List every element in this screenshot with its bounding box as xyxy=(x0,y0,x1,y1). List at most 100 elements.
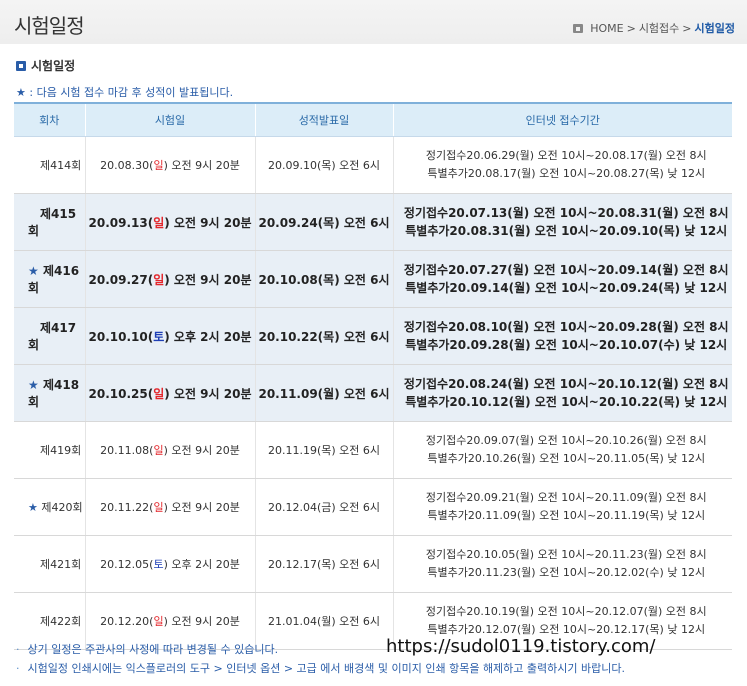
exam-weekday: 일 xyxy=(153,444,164,457)
regular-period: 정기접수20.08.10(월) 오전 10시~20.09.28(월) 오전 8시 xyxy=(403,320,729,334)
exam-weekday: 토 xyxy=(153,558,164,571)
footer-note: · 상기 일정은 주관사의 사정에 따라 변경될 수 있습니다. xyxy=(16,641,278,657)
star-icon: ★ xyxy=(28,378,39,392)
extra-period: 특별추가20.08.17(월) 오전 10시~20.08.27(목) 낮 12시 xyxy=(427,167,706,180)
square-bullet-icon xyxy=(16,60,26,71)
result-date-cell: 20.12.17(목) 오전 6시 xyxy=(254,535,393,593)
result-date-cell: 20.10.22(목) 오전 6시 xyxy=(254,307,393,365)
note-bullet: · xyxy=(16,662,20,675)
period-cell: 정기접수20.09.07(월) 오전 10시~20.10.26(월) 오전 8시… xyxy=(392,421,732,479)
exam-weekday: 일 xyxy=(153,386,165,401)
round-cell: ★ 제418회 xyxy=(14,364,85,422)
extra-period: 특별추가20.08.31(월) 오전 10시~20.09.10(목) 낮 12시 xyxy=(405,224,728,238)
regular-period: 정기접수20.10.05(월) 오전 10시~20.11.23(월) 오전 8시 xyxy=(425,548,707,561)
schedule-table: 회차 시험일 성적발표일 인터넷 접수기간 제414회 20.08.30(일) 오… xyxy=(14,102,732,650)
exam-date: 20.11.08 xyxy=(100,444,150,457)
round-label: 제414회 xyxy=(40,159,82,172)
period-cell: 정기접수20.07.27(월) 오전 10시~20.09.14(월) 오전 8시… xyxy=(392,250,732,308)
exam-weekday: 토 xyxy=(153,329,165,344)
section-title: 시험일정 xyxy=(16,57,75,74)
exam-date: 20.08.30 xyxy=(100,159,150,172)
page-header: 시험일정 HOME > 시험접수 > 시험일정 xyxy=(0,0,747,44)
header-result-date: 성적발표일 xyxy=(254,102,393,137)
period-cell: 정기접수20.08.10(월) 오전 10시~20.09.28(월) 오전 8시… xyxy=(392,307,732,365)
round-cell: 제421회 xyxy=(14,535,85,593)
table-row: 제421회 20.12.05(토) 오후 2시 20분 20.12.17(목) 오전… xyxy=(14,535,732,593)
home-icon[interactable] xyxy=(573,23,584,33)
header-application-period: 인터넷 접수기간 xyxy=(392,102,732,137)
round-cell: 제415회 xyxy=(14,193,85,251)
breadcrumb: HOME > 시험접수 > 시험일정 xyxy=(573,20,735,36)
table-row: 제414회 20.08.30(일) 오전 9시 20분 20.09.10(목) 오전… xyxy=(14,136,732,194)
extra-period: 특별추가20.11.23(월) 오전 10시~20.12.02(수) 낮 12시 xyxy=(427,566,706,579)
result-date-cell: 20.09.10(목) 오전 6시 xyxy=(254,136,393,194)
period-cell: 정기접수20.10.05(월) 오전 10시~20.11.23(월) 오전 8시… xyxy=(392,535,732,593)
exam-time: 오후 2시 20분 xyxy=(173,329,252,344)
round-label: 제417회 xyxy=(28,321,77,352)
round-cell: 제417회 xyxy=(14,307,85,365)
round-cell: ★ 제420회 xyxy=(14,478,85,536)
breadcrumb-current: 시험일정 xyxy=(694,22,735,35)
notice: ★ : 다음 시험 접수 마감 후 성적이 발표됩니다. xyxy=(16,84,233,100)
exam-weekday: 일 xyxy=(153,615,164,628)
round-cell: 제419회 xyxy=(14,421,85,479)
table-row: 제417회 20.10.10(토) 오후 2시 20분 20.10.22(목) 오전… xyxy=(14,307,732,365)
regular-period: 정기접수20.06.29(월) 오전 10시~20.08.17(월) 오전 8시 xyxy=(425,149,707,162)
star-icon: ★ xyxy=(28,501,38,514)
note-bullet: · xyxy=(16,643,20,656)
result-date-cell: 20.11.09(월) 오전 6시 xyxy=(254,364,393,422)
footer-note: · 시험일정 인쇄시에는 익스플로러의 도구 > 인터넷 옵션 > 고급 에서 배… xyxy=(16,660,625,676)
exam-date-cell: 20.10.10(토) 오후 2시 20분 xyxy=(84,307,255,365)
table-row: 제419회 20.11.08(일) 오전 9시 20분 20.11.19(목) 오전… xyxy=(14,421,732,479)
table-row: 제415회 20.09.13(일) 오전 9시 20분 20.09.24(목) 오전… xyxy=(14,193,732,251)
header-round: 회차 xyxy=(14,102,85,137)
breadcrumb-home[interactable]: HOME xyxy=(590,22,623,35)
exam-date-cell: 20.09.27(일) 오전 9시 20분 xyxy=(84,250,255,308)
header-exam-date: 시험일 xyxy=(84,102,255,137)
note-text: 상기 일정은 주관사의 사정에 따라 변경될 수 있습니다. xyxy=(27,643,279,656)
watermark-url: https://sudol0119.tistory.com/ xyxy=(386,636,656,657)
table-row: ★ 제418회 20.10.25(일) 오전 9시 20분 20.11.09(월) … xyxy=(14,364,732,422)
breadcrumb-separator: > xyxy=(682,21,692,35)
breadcrumb-exam-apply[interactable]: 시험접수 xyxy=(639,20,679,36)
extra-period: 특별추가20.09.14(월) 오전 10시~20.09.24(목) 낮 12시 xyxy=(405,281,728,295)
exam-date-cell: 20.08.30(일) 오전 9시 20분 xyxy=(84,136,255,194)
exam-date: 20.11.22 xyxy=(100,501,150,514)
table-row: ★ 제416회 20.09.27(일) 오전 9시 20분 20.10.08(목) … xyxy=(14,250,732,308)
table-header-row: 회차 시험일 성적발표일 인터넷 접수기간 xyxy=(14,102,732,137)
exam-weekday: 일 xyxy=(153,272,165,287)
exam-date-cell: 20.11.08(일) 오전 9시 20분 xyxy=(84,421,255,479)
regular-period: 정기접수20.10.19(월) 오전 10시~20.12.07(월) 오전 8시 xyxy=(425,605,707,618)
round-cell: 제414회 xyxy=(14,136,85,194)
result-date-cell: 20.09.24(목) 오전 6시 xyxy=(254,193,393,251)
period-cell: 정기접수20.09.21(월) 오전 10시~20.11.09(월) 오전 8시… xyxy=(392,478,732,536)
round-label: 제421회 xyxy=(40,558,82,571)
regular-period: 정기접수20.09.07(월) 오전 10시~20.10.26(월) 오전 8시 xyxy=(425,434,707,447)
period-cell: 정기접수20.07.13(월) 오전 10시~20.08.31(월) 오전 8시… xyxy=(392,193,732,251)
round-label: 제415회 xyxy=(28,207,77,238)
exam-date: 20.12.20 xyxy=(100,615,150,628)
exam-time: 오전 9시 20분 xyxy=(171,501,240,514)
exam-time: 오후 2시 20분 xyxy=(171,558,240,571)
page-title: 시험일정 xyxy=(14,14,85,38)
regular-period: 정기접수20.07.13(월) 오전 10시~20.08.31(월) 오전 8시 xyxy=(403,206,729,220)
breadcrumb-separator: > xyxy=(626,21,636,35)
result-date-cell: 20.10.08(목) 오전 6시 xyxy=(254,250,393,308)
star-icon: ★ xyxy=(16,86,26,99)
period-cell: 정기접수20.08.24(월) 오전 10시~20.10.12(월) 오전 8시… xyxy=(392,364,732,422)
star-icon: ★ xyxy=(28,264,39,278)
round-cell: ★ 제416회 xyxy=(14,250,85,308)
exam-time: 오전 9시 20분 xyxy=(171,159,240,172)
table-row: ★ 제420회 20.11.22(일) 오전 9시 20분 20.12.04(금) … xyxy=(14,478,732,536)
period-cell: 정기접수20.06.29(월) 오전 10시~20.08.17(월) 오전 8시… xyxy=(392,136,732,194)
exam-date-cell: 20.12.05(토) 오후 2시 20분 xyxy=(84,535,255,593)
round-label: 제419회 xyxy=(40,444,82,457)
notice-text: : 다음 시험 접수 마감 후 성적이 발표됩니다. xyxy=(29,86,234,99)
exam-date-cell: 20.09.13(일) 오전 9시 20분 xyxy=(84,193,255,251)
note-text: 시험일정 인쇄시에는 익스플로러의 도구 > 인터넷 옵션 > 고급 에서 배경… xyxy=(27,662,626,675)
exam-weekday: 일 xyxy=(153,501,164,514)
exam-weekday: 일 xyxy=(153,159,164,172)
exam-time: 오전 9시 20분 xyxy=(173,215,252,230)
exam-weekday: 일 xyxy=(153,215,165,230)
exam-time: 오전 9시 20분 xyxy=(171,444,240,457)
